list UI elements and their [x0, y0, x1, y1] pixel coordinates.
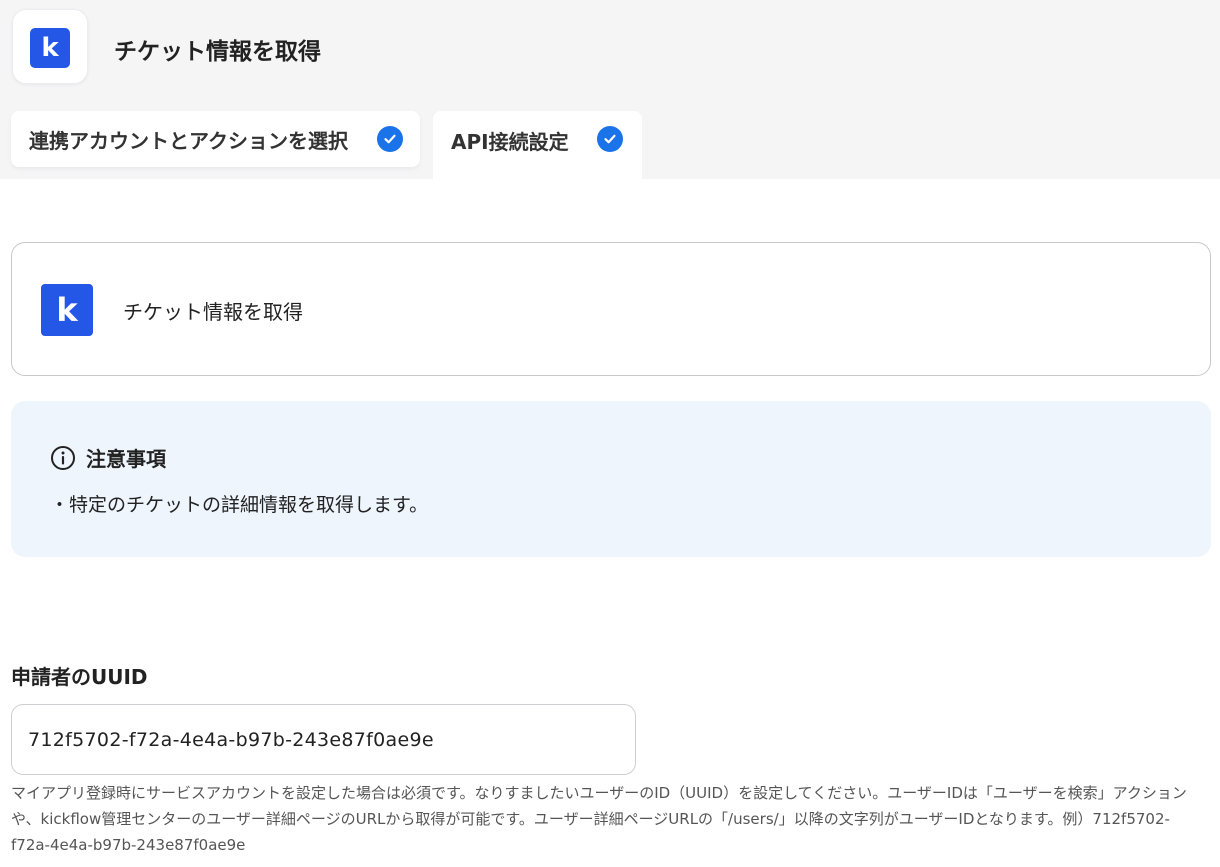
notice-body: ・特定のチケットの詳細情報を取得します。	[50, 494, 429, 516]
kickflow-logo-icon: k	[30, 28, 70, 68]
tab-label: 連携アカウントとアクションを選択	[29, 128, 348, 153]
app-logo: k	[12, 9, 88, 84]
action-title: チケット情報を取得	[123, 300, 303, 324]
notice-heading-label: 注意事項	[86, 447, 166, 471]
page-title: チケット情報を取得	[114, 39, 321, 65]
check-icon	[377, 126, 403, 152]
uuid-field-label: 申請者のUUID	[11, 665, 148, 689]
action-card: k チケット情報を取得	[11, 242, 1211, 376]
info-icon	[51, 445, 75, 470]
check-icon	[597, 126, 623, 152]
uuid-help-text: マイアプリ登録時にサービスアカウントを設定した場合は必須です。なりすましたいユー…	[11, 784, 1187, 854]
notice-heading: 注意事項	[50, 443, 166, 472]
kickflow-logo-icon: k	[41, 284, 93, 336]
uuid-input[interactable]	[11, 704, 636, 775]
tab-account-action[interactable]: 連携アカウントとアクションを選択	[11, 111, 420, 167]
tab-label: API接続設定	[451, 129, 569, 154]
tab-api-settings[interactable]: API接続設定	[433, 111, 642, 179]
notice-box: 注意事項 ・特定のチケットの詳細情報を取得します。	[11, 401, 1211, 557]
